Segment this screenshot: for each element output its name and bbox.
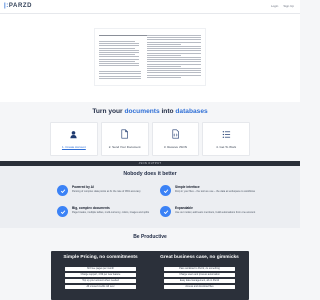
step-label: 4. Get To Work bbox=[216, 145, 237, 149]
document-text-line bbox=[99, 65, 139, 66]
document-text-line bbox=[99, 43, 139, 44]
pricing-column-right: Great business case, no gimmicks Pass wo… bbox=[150, 251, 249, 300]
heading-accent-documents: documents bbox=[124, 108, 160, 115]
document-text-line bbox=[99, 52, 139, 53]
document-text-line bbox=[99, 73, 141, 75]
document-text-line bbox=[99, 60, 135, 62]
business-case-title: Great business case, no gimmicks bbox=[160, 255, 239, 260]
document-text-line bbox=[147, 63, 201, 65]
feature-item: Expandable Use our model, add team membe… bbox=[160, 204, 258, 223]
step-label[interactable]: 1. Create Account bbox=[51, 145, 97, 149]
pricing-item: Pass workload to Parzd, do something bbox=[164, 267, 235, 271]
feature-item: Simple interface Drop in your files – th… bbox=[160, 183, 258, 202]
login-link[interactable]: Login bbox=[271, 4, 278, 8]
document-text-line bbox=[99, 58, 139, 60]
document-text-line bbox=[147, 65, 181, 67]
feature-title: Big, complex documents bbox=[72, 206, 110, 210]
pricing-item: Easy data management, all on Parzd bbox=[164, 279, 235, 283]
document-text-line bbox=[147, 54, 181, 56]
feature-title: Powered by AI bbox=[72, 185, 94, 189]
pricing-item: Charge support, 4.99 per new feature bbox=[65, 273, 136, 277]
document-title-line bbox=[99, 35, 149, 37]
document-preview-image bbox=[94, 28, 206, 86]
heading-accent-databases: databases bbox=[175, 108, 208, 115]
document-text-line bbox=[99, 49, 139, 51]
user-icon bbox=[69, 129, 79, 139]
document-text-line bbox=[147, 39, 201, 41]
heading-middle: into bbox=[161, 108, 174, 115]
document-text-line bbox=[99, 45, 139, 47]
top-navbar: |:PARZD Login Sign Up bbox=[0, 0, 300, 14]
list-icon bbox=[221, 129, 231, 139]
pricing-panel: Simple Pricing, no commitments 60 Free p… bbox=[51, 251, 249, 300]
document-icon bbox=[120, 129, 130, 139]
hero-section bbox=[0, 14, 300, 102]
hero-heading: Turn your documents into databases bbox=[0, 108, 300, 115]
pricing-title: Simple Pricing, no commitments bbox=[63, 255, 138, 260]
document-text-line bbox=[147, 61, 201, 63]
pricing-item: Charge users and process automation bbox=[164, 273, 235, 277]
feature-description: Drop in your files – the tool we use – t… bbox=[175, 189, 256, 193]
step-card-get-to-work: 4. Get To Work bbox=[202, 122, 250, 156]
heading-prefix: Turn your bbox=[92, 108, 123, 115]
pricing-item: All unused credits roll over bbox=[65, 285, 136, 289]
band-text: JSON OUTPUT bbox=[138, 161, 162, 165]
pricing-item: 60 Free pages per month bbox=[65, 267, 136, 271]
feature-item: Powered by AI Parsing of complex data po… bbox=[57, 183, 155, 202]
feature-title: Expandable bbox=[175, 206, 193, 210]
logo-text: PARZD bbox=[8, 3, 33, 9]
check-icon bbox=[160, 185, 171, 196]
feature-description: Page breaks, multiple tables, multi-curr… bbox=[72, 210, 150, 214]
step-card-create-account[interactable]: 1. Create Account bbox=[50, 122, 98, 156]
feature-item: Big, complex documents Page breaks, mult… bbox=[57, 204, 155, 223]
document-text-line bbox=[99, 78, 141, 79]
steps-row: 1. Create Account 2. Send Your Document … bbox=[50, 122, 250, 156]
productive-title: Be Productive bbox=[133, 234, 167, 240]
document-text-line bbox=[147, 76, 181, 78]
document-text-line bbox=[147, 35, 201, 36]
document-text-line bbox=[147, 46, 201, 47]
nav-links: Login Sign Up bbox=[271, 4, 294, 8]
document-text-line bbox=[147, 48, 201, 49]
document-text-line bbox=[99, 41, 135, 42]
document-text-line bbox=[147, 43, 181, 45]
document-text-line bbox=[147, 70, 201, 71]
pricing-item: Top up your account when needed bbox=[65, 279, 136, 283]
features-section: Nobody does it better Powered by AI Pars… bbox=[0, 166, 300, 228]
document-text-line bbox=[147, 50, 201, 52]
step-label: 3. Receive JSON bbox=[163, 145, 187, 149]
features-title: Nobody does it better bbox=[123, 171, 177, 177]
document-text-line bbox=[147, 68, 201, 69]
document-code-icon bbox=[170, 129, 180, 139]
signup-link[interactable]: Sign Up bbox=[283, 4, 294, 8]
document-text-line bbox=[99, 54, 135, 55]
pricing-column-left: Simple Pricing, no commitments 60 Free p… bbox=[51, 251, 150, 300]
step-card-receive-json: 3. Receive JSON bbox=[151, 122, 200, 156]
document-text-line bbox=[99, 63, 139, 64]
document-text-line bbox=[147, 52, 201, 54]
document-text-line bbox=[147, 74, 201, 76]
step-card-send-document: 2. Send Your Document bbox=[100, 122, 149, 156]
document-text-line bbox=[147, 41, 201, 43]
feature-description: Use our model, add team members, build a… bbox=[175, 210, 256, 214]
step-label: 2. Send Your Document bbox=[108, 145, 141, 149]
check-icon bbox=[57, 185, 68, 196]
logo[interactable]: |:PARZD bbox=[4, 3, 32, 9]
feature-description: Parsing of complex data points at 3x the… bbox=[72, 189, 141, 193]
pricing-item: Access and download files bbox=[164, 285, 235, 289]
check-icon bbox=[160, 206, 171, 217]
check-icon bbox=[57, 206, 68, 217]
document-text-line bbox=[99, 71, 141, 72]
document-text-line bbox=[147, 72, 201, 74]
feature-title: Simple interface bbox=[175, 185, 200, 189]
document-text-line bbox=[99, 47, 135, 49]
document-text-line bbox=[99, 75, 141, 77]
document-text-line bbox=[99, 56, 139, 58]
document-text-line bbox=[147, 37, 201, 38]
document-text-line bbox=[147, 57, 201, 58]
document-text-line bbox=[147, 59, 201, 60]
